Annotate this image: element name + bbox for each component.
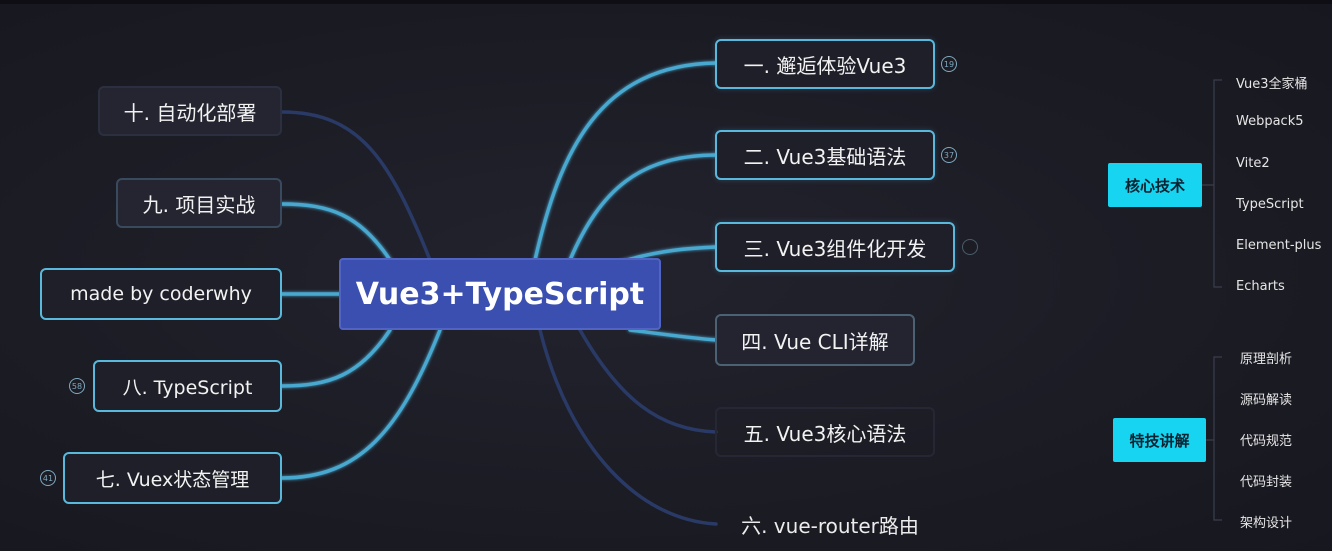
special-tech-category[interactable]: 特技讲解 [1113, 418, 1206, 462]
core-tech-item[interactable]: Webpack5 [1236, 114, 1304, 129]
count-badge-2[interactable]: 37 [941, 147, 957, 163]
branch-node-1-label: 一. 邂逅体验Vue3 [743, 53, 907, 78]
edge-right-1 [533, 61, 718, 262]
core-tech-item[interactable]: Element-plus [1236, 238, 1321, 253]
special-tech-label: 特技讲解 [1129, 431, 1190, 450]
branch-node-5-label: 五. Vue3核心语法 [743, 421, 907, 446]
branch-node-8[interactable]: 八. TypeScript [93, 360, 282, 412]
edge-right-4 [628, 328, 718, 342]
branch-node-6[interactable]: 六. vue-router路由 [715, 501, 945, 547]
count-badge-7[interactable]: 41 [40, 470, 56, 486]
branch-node-9-label: 九. 项目实战 [142, 192, 256, 217]
core-tech-item[interactable]: Vue3全家桶 [1236, 73, 1308, 92]
branch-node-5[interactable]: 五. Vue3核心语法 [715, 407, 935, 457]
special-tech-item[interactable]: 代码封装 [1240, 471, 1292, 490]
special-tech-item[interactable]: 代码规范 [1240, 430, 1292, 449]
core-tech-item[interactable]: TypeScript [1236, 197, 1304, 212]
edge-left-7 [280, 328, 442, 480]
edge-right-5 [578, 328, 718, 434]
central-topic[interactable]: Vue3+TypeScript [339, 258, 661, 330]
branch-node-3[interactable]: 三. Vue3组件化开发 [715, 222, 955, 272]
bracket-special [1206, 356, 1222, 521]
made-by-node-label: made by coderwhy [70, 283, 252, 305]
core-tech-category[interactable]: 核心技术 [1108, 163, 1202, 207]
core-tech-label: 核心技术 [1124, 176, 1185, 195]
branch-node-7-label: 七. Vuex状态管理 [95, 468, 250, 491]
branch-node-10[interactable]: 十. 自动化部署 [98, 86, 282, 136]
edge-left-10 [280, 110, 432, 262]
count-badge-1[interactable]: 19 [941, 56, 957, 72]
branch-node-4-label: 四. Vue CLI详解 [741, 329, 889, 354]
edge-left-8 [280, 328, 392, 388]
mindmap-canvas: Vue3+TypeScript 一. 邂逅体验Vue3 19 二. Vue3基础… [0, 0, 1332, 551]
branch-node-8-label: 八. TypeScript [122, 376, 253, 399]
special-tech-item[interactable]: 架构设计 [1240, 512, 1292, 531]
branch-node-7[interactable]: 七. Vuex状态管理 [63, 452, 282, 504]
branch-node-2-label: 二. Vue3基础语法 [743, 144, 907, 169]
central-topic-label: Vue3+TypeScript [355, 276, 645, 312]
bracket-core [1202, 79, 1222, 288]
count-badge-8[interactable]: 58 [69, 378, 85, 394]
branch-node-10-label: 十. 自动化部署 [123, 100, 257, 125]
edge-left-9 [280, 202, 392, 262]
count-badge-3[interactable] [962, 239, 978, 255]
branch-node-9[interactable]: 九. 项目实战 [116, 178, 282, 228]
core-tech-item[interactable]: Echarts [1236, 279, 1285, 294]
branch-node-2[interactable]: 二. Vue3基础语法 [715, 130, 935, 180]
branch-node-4[interactable]: 四. Vue CLI详解 [715, 314, 915, 366]
branch-node-6-label: 六. vue-router路由 [741, 513, 919, 538]
branch-node-3-label: 三. Vue3组件化开发 [743, 236, 927, 261]
core-tech-item[interactable]: Vite2 [1236, 156, 1270, 171]
edge-right-2 [568, 153, 718, 262]
special-tech-item[interactable]: 源码解读 [1240, 389, 1292, 408]
branch-node-1[interactable]: 一. 邂逅体验Vue3 [715, 39, 935, 89]
special-tech-item[interactable]: 原理剖析 [1240, 348, 1292, 367]
made-by-node[interactable]: made by coderwhy [40, 268, 282, 320]
